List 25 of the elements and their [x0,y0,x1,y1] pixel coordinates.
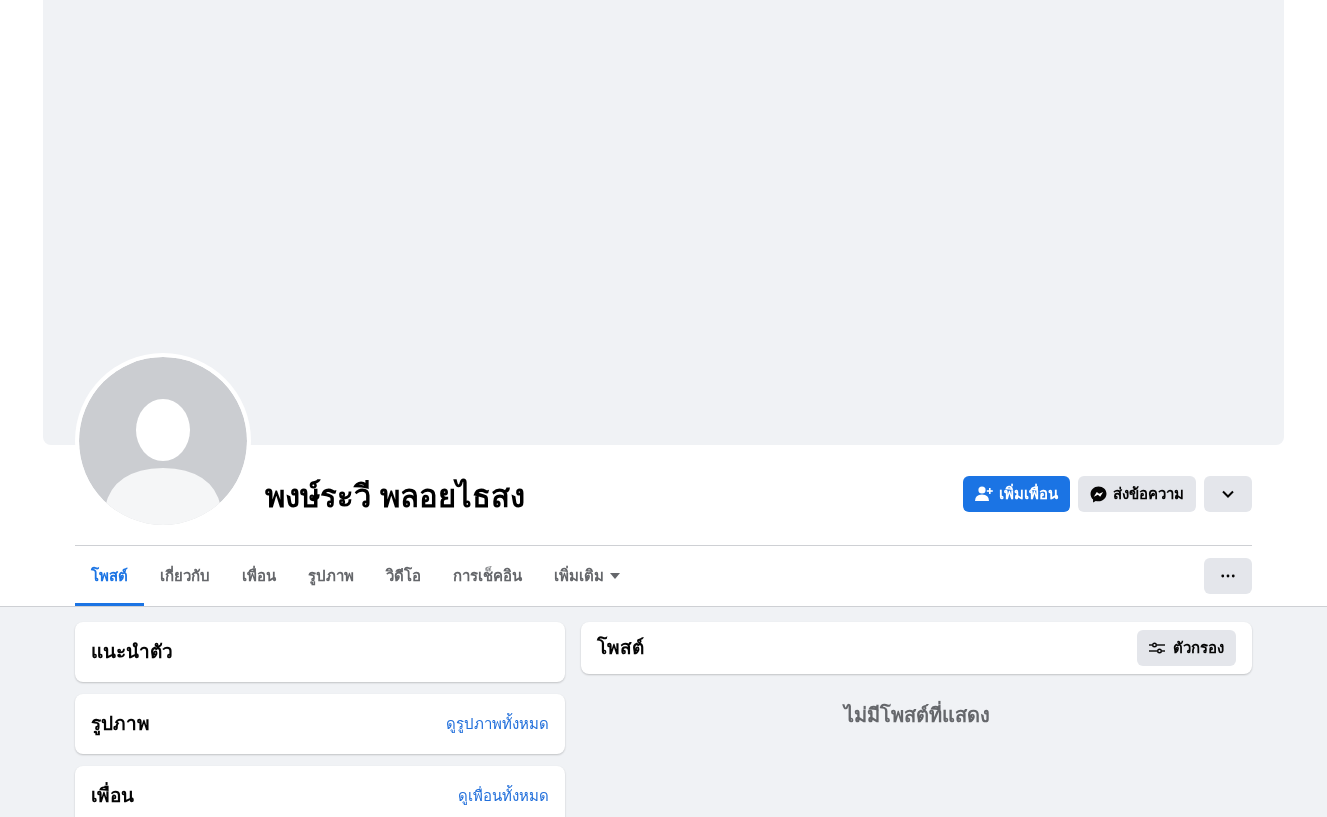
chevron-down-icon [1222,490,1234,498]
profile-tab[interactable]: เกี่ยวกับ [144,546,226,606]
card-heading: เพื่อน [91,781,134,808]
profile-tab[interactable]: วิดีโอ [370,546,437,606]
profile-tab[interactable]: รูปภาพ [292,546,370,606]
profile-tab[interactable]: เพิ่มเติม [538,546,636,606]
see-all-link[interactable]: ดูรูปภาพทั้งหมด [446,712,549,736]
card-heading: รูปภาพ [91,711,150,738]
avatar-silhouette-icon [79,357,247,525]
empty-posts-message: ไม่มีโพสต์ที่แสดง [843,700,990,730]
profile-tab[interactable]: เพื่อน [226,546,292,606]
more-icon [1221,573,1235,578]
profile-name: พงษ์ระวี พลอยไธสง [265,477,526,516]
filter-button[interactable]: ตัวกรอง [1137,630,1236,666]
add-friend-button[interactable]: เพิ่มเพื่อน [963,476,1070,512]
card-heading: แนะนำตัว [91,639,173,664]
see-all-link[interactable]: ดูเพื่อนทั้งหมด [458,784,549,808]
posts-heading: โพสต์ [597,635,644,660]
filter-icon [1149,642,1165,654]
message-button[interactable]: ส่งข้อความ [1078,476,1196,512]
dropdown-button[interactable] [1204,476,1252,512]
more-options-button[interactable] [1204,557,1252,594]
profile-tab[interactable]: การเช็คอิน [437,546,538,606]
add-person-icon [975,486,993,502]
messenger-icon [1090,485,1107,503]
